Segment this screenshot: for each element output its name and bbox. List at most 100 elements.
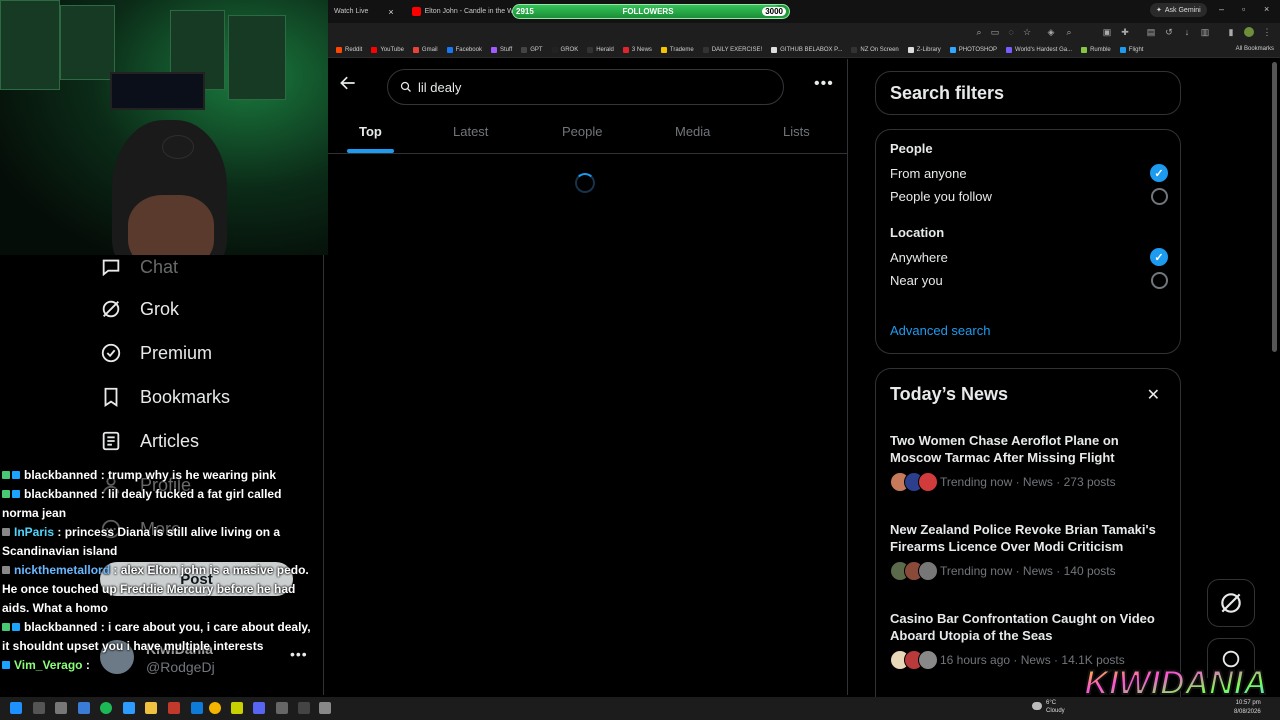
task-view-icon[interactable] [33, 702, 45, 714]
edge-icon[interactable] [191, 702, 203, 714]
close-tab-icon[interactable]: × [388, 7, 393, 17]
bookmark[interactable]: World's Hardest Ga... [1006, 46, 1072, 53]
bookmark[interactable]: Gmail [412, 46, 438, 53]
radio-unchecked-icon[interactable] [1151, 188, 1168, 205]
sidebar-divider [323, 255, 324, 695]
hide-icon[interactable]: ◌ [1006, 27, 1016, 37]
filter-anywhere[interactable]: Anywhere ✓ [890, 248, 1168, 266]
menu-icon[interactable]: ⋮ [1262, 27, 1272, 37]
settings-icon[interactable] [319, 702, 331, 714]
chrome-icon[interactable] [209, 702, 221, 714]
grok-fab-button[interactable] [1207, 579, 1255, 627]
folder-icon[interactable] [145, 702, 157, 714]
sidebar-item-grok[interactable]: Grok [100, 294, 179, 324]
followers-goal-widget: 2915 FOLLOWERS 3000 [512, 4, 790, 19]
puzzle-icon[interactable]: ✚ [1120, 27, 1130, 37]
cast-icon[interactable]: ▭ [990, 27, 1000, 37]
app-icon[interactable] [276, 702, 288, 714]
bookmark[interactable]: GITHUB BELABOX P... [771, 46, 842, 53]
bookmark[interactable]: GPT [521, 46, 543, 53]
tab-top[interactable]: Top [347, 109, 394, 153]
tab-media[interactable]: Media [675, 109, 710, 153]
tab-latest[interactable]: Latest [453, 109, 488, 153]
sidebar-item-premium[interactable]: Premium [100, 338, 212, 368]
start-icon[interactable] [10, 702, 22, 714]
bookmark[interactable]: GROK [551, 46, 578, 53]
more-options-icon[interactable]: ••• [814, 75, 834, 93]
stream-chat-overlay: blackbanned : trump why is he wearing pi… [2, 466, 320, 675]
bookmark[interactable]: 3 News [622, 46, 652, 53]
back-arrow-icon[interactable] [338, 73, 358, 93]
tab-lists[interactable]: Lists [783, 109, 810, 153]
tab-people[interactable]: People [562, 109, 602, 153]
close-window-icon[interactable]: × [1264, 4, 1269, 14]
app-icon[interactable] [78, 702, 90, 714]
chat-message: nickthemetallord : alex Elton john is a … [2, 561, 320, 618]
stuff-icon [490, 46, 497, 53]
search-extension-icon[interactable]: ⌕ [1064, 27, 1074, 37]
sidebar-item-articles[interactable]: Articles [100, 426, 199, 456]
maximize-icon[interactable]: ▫ [1242, 4, 1245, 14]
zoom-icon[interactable]: ⌕ [974, 27, 984, 37]
trash-icon[interactable]: ▥ [1200, 27, 1210, 37]
app-icon[interactable] [123, 702, 135, 714]
weather-widget[interactable]: 6°C Cloudy [1032, 699, 1092, 718]
spotify-icon[interactable] [100, 702, 112, 714]
sidebar-item-chat[interactable]: Chat [100, 252, 178, 282]
game-icon [1006, 46, 1013, 53]
close-icon[interactable]: ✕ [1147, 385, 1160, 405]
all-bookmarks-button[interactable]: All Bookmarks [1236, 46, 1274, 52]
chat-message: Vim_Verago : [2, 656, 320, 675]
news-headline: Two Women Chase Aeroflot Plane on Moscow… [890, 433, 1119, 465]
discord-icon[interactable] [253, 702, 265, 714]
chat-icon [102, 259, 120, 277]
profile-avatar-icon[interactable] [1244, 27, 1254, 37]
bookmark[interactable]: Trademe [660, 46, 694, 53]
wall-poster [228, 15, 286, 100]
system-clock[interactable]: 10:57 pm 8/08/2026 [1234, 699, 1261, 717]
star-icon[interactable]: ☆ [1022, 27, 1032, 37]
filter-near-you[interactable]: Near you [890, 272, 1168, 289]
news-item[interactable]: Two Women Chase Aeroflot Plane on Moscow… [890, 432, 1170, 492]
bookmark[interactable]: Z-Library [907, 46, 941, 53]
bookmark[interactable]: Rumble [1081, 46, 1111, 53]
search-input[interactable]: lil dealy [387, 69, 784, 105]
extension-icon[interactable]: ◈ [1046, 27, 1056, 37]
bookmark[interactable]: Herald [587, 46, 614, 53]
bookmark[interactable]: Stuff [490, 46, 512, 53]
herald-icon [587, 46, 594, 53]
ask-gemini-button[interactable]: ✦ Ask Gemini [1150, 3, 1207, 17]
shield-icon[interactable] [55, 702, 67, 714]
sidebar-icon[interactable]: ▮ [1226, 27, 1236, 37]
bookmark[interactable]: YouTube [371, 46, 404, 53]
search-filters-title: Search filters [890, 82, 1005, 103]
radio-checked-icon[interactable]: ✓ [1150, 164, 1168, 182]
browser-tab[interactable]: × [374, 0, 399, 23]
bookmark[interactable]: PHOTOSHOP [949, 46, 997, 53]
extension-icon[interactable]: ▣ [1102, 27, 1112, 37]
sidebar-item-bookmarks[interactable]: Bookmarks [100, 382, 230, 412]
ask-gemini-label: Ask Gemini [1164, 6, 1201, 14]
cloud-icon [1032, 702, 1042, 710]
radio-unchecked-icon[interactable] [1151, 272, 1168, 289]
filter-from-anyone[interactable]: From anyone ✓ [890, 164, 1168, 182]
bookmark[interactable]: Facebook [446, 46, 482, 53]
app-icon[interactable] [168, 702, 180, 714]
bookmark[interactable]: NZ On Screen [851, 46, 899, 53]
radio-checked-icon[interactable]: ✓ [1150, 248, 1168, 266]
advanced-search-link[interactable]: Advanced search [890, 323, 990, 338]
bookmark[interactable]: Flight [1119, 46, 1143, 53]
app-icon[interactable] [231, 702, 243, 714]
browser-tab[interactable]: Watch Live [328, 0, 374, 23]
bookmark[interactable]: DAILY EXERCISE! [702, 46, 762, 53]
news-item[interactable]: New Zealand Police Revoke Brian Tamaki's… [890, 521, 1170, 581]
obs-icon[interactable] [298, 702, 310, 714]
bookmark[interactable]: Reddit [336, 46, 362, 53]
followers-label: FOLLOWERS [622, 7, 674, 16]
filter-people-you-follow[interactable]: People you follow [890, 188, 1168, 205]
minimize-icon[interactable]: – [1219, 4, 1224, 14]
lock-icon[interactable]: ▤ [1146, 27, 1156, 37]
page-scrollbar[interactable] [1272, 62, 1277, 352]
history-icon[interactable]: ↺ [1164, 27, 1174, 37]
download-icon[interactable]: ↓ [1182, 27, 1192, 37]
